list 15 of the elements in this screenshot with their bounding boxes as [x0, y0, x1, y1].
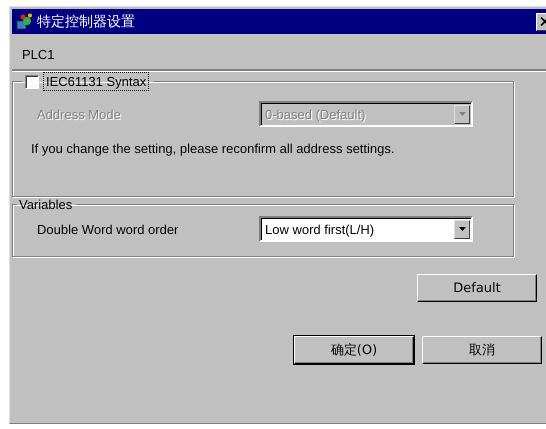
dropdown-arrow-icon: [458, 112, 466, 116]
checkbox-label[interactable]: IEC61131 Syntax: [43, 72, 150, 91]
group-title: Variables: [18, 197, 74, 212]
ok-button[interactable]: 确定(O): [294, 336, 414, 364]
word-order-dropdown[interactable]: Low word first(L/H): [259, 216, 473, 242]
field-label: Double Word word order: [37, 222, 180, 236]
app-icon: [15, 12, 35, 32]
dropdown-arrow-icon: [458, 227, 466, 231]
checkbox[interactable]: [25, 74, 39, 88]
device-name: PLC1: [21, 46, 56, 64]
field-label: Address Mode: [37, 106, 122, 122]
info-text: If you change the setting, please reconfirm all address settings.: [30, 140, 396, 156]
cancel-button[interactable]: 取消: [422, 336, 542, 364]
window-title: 特定控制器设置: [37, 12, 135, 30]
default-button[interactable]: Default: [417, 274, 537, 302]
